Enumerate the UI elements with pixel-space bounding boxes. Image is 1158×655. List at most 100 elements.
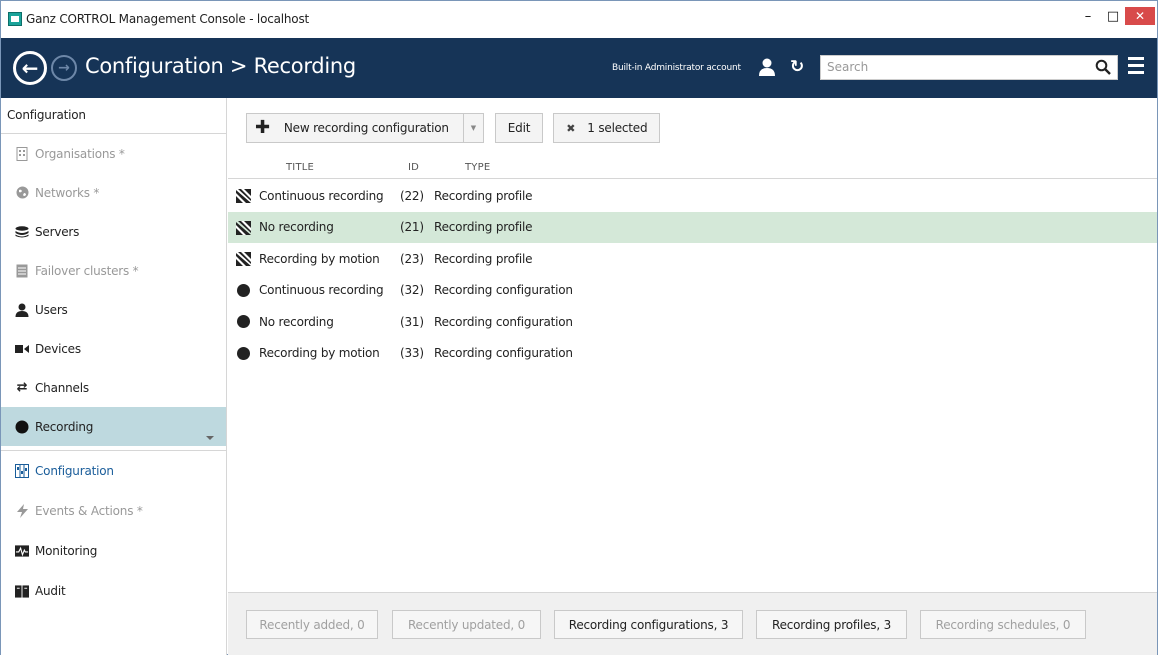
title-bar: Ganz CORTROL Management Console - localh… (1, 1, 1157, 37)
plus-icon: ✚ (255, 117, 270, 138)
table-row[interactable]: Continuous recording (22) Recording prof… (228, 180, 1157, 212)
chevron-down-icon: ▼ (470, 124, 476, 132)
back-arrow-icon[interactable]: ← (13, 51, 47, 85)
servers-stack-icon (15, 225, 29, 239)
row-id: (23) (400, 251, 424, 266)
new-dropdown-button[interactable]: ▼ (463, 113, 484, 143)
row-id: (21) (400, 220, 424, 235)
table-row[interactable]: Recording by motion (23) Recording profi… (228, 243, 1157, 275)
grid-rows: Continuous recording (22) Recording prof… (228, 180, 1157, 369)
sidebar-item-organisations[interactable]: Organisations * (1, 134, 226, 173)
sidebar-section-label: Configuration (35, 464, 114, 478)
row-title: No recording (259, 220, 334, 235)
new-button-label: New recording configuration (283, 121, 449, 135)
sidebar-section-audit[interactable]: Audit (1, 571, 226, 611)
search-icon[interactable] (1095, 59, 1111, 75)
minimize-button[interactable]: – (1075, 5, 1101, 27)
sidebar-item-failover-clusters[interactable]: Failover clusters * (1, 251, 226, 290)
row-type: Recording profile (434, 220, 533, 235)
sidebar-section-label: Monitoring (35, 544, 98, 558)
user-icon[interactable] (757, 57, 777, 77)
row-title: Recording by motion (259, 346, 380, 361)
clapperboard-icon (236, 220, 251, 235)
column-header-id[interactable]: ID (408, 162, 419, 173)
sidebar-item-networks[interactable]: Networks * (1, 173, 226, 212)
clapperboard-icon (236, 189, 251, 203)
forward-arrow-icon[interactable]: → (51, 55, 77, 81)
clear-selection-button[interactable]: ✖ 1 selected (553, 113, 661, 143)
table-row-selected[interactable]: No recording (21) Recording profile (228, 211, 1157, 243)
filter-recently-added-button[interactable]: Recently added, 0 (246, 610, 378, 639)
maximize-button[interactable]: □ (1100, 5, 1126, 27)
sidebar-item-recording[interactable]: Recording (1, 407, 226, 446)
filter-recording-schedules-button[interactable]: Recording schedules, 0 (920, 610, 1086, 639)
row-title: Recording by motion (259, 251, 380, 266)
book-icon (15, 584, 29, 598)
account-label[interactable]: Built-in Administrator account (612, 63, 741, 73)
user-icon (15, 303, 29, 317)
sidebar-item-label: Servers (35, 224, 80, 239)
shuffle-icon: ⇄ (16, 380, 28, 395)
record-dot-icon (15, 420, 29, 434)
sidebar-item-label: Organisations * (35, 146, 125, 161)
selection-count-label: 1 selected (587, 121, 648, 135)
record-dot-icon (237, 283, 250, 297)
row-type: Recording configuration (434, 314, 573, 329)
sidebar-heading: Configuration (1, 98, 226, 134)
table-row[interactable]: Recording by motion (33) Recording confi… (228, 338, 1157, 370)
row-type: Recording configuration (434, 283, 573, 298)
sidebar-section-events-actions[interactable]: Events & Actions * (1, 491, 226, 531)
monitor-pulse-icon (15, 544, 29, 558)
camera-icon (15, 342, 29, 356)
sidebar-item-label: Networks * (35, 185, 100, 200)
window-title: Ganz CORTROL Management Console - localh… (26, 12, 309, 26)
row-id: (31) (400, 314, 424, 329)
close-icon: ✖ (566, 121, 576, 135)
sidebar-item-label: Failover clusters * (35, 263, 139, 278)
filter-recently-updated-button[interactable]: Recently updated, 0 (392, 610, 541, 639)
sidebar-section-label: Events & Actions * (35, 504, 143, 518)
sidebar-item-users[interactable]: Users (1, 290, 226, 329)
config-grid-icon (15, 464, 29, 478)
sidebar-item-label: Devices (35, 341, 81, 356)
row-id: (22) (400, 188, 424, 203)
row-title: No recording (259, 314, 334, 329)
table-row[interactable]: No recording (31) Recording configuratio… (228, 306, 1157, 338)
refresh-icon[interactable]: ↻ (790, 57, 804, 77)
sidebar: Configuration Organisations * Networks *… (1, 98, 227, 655)
sidebar-section-label: Audit (35, 584, 66, 598)
sidebar-item-servers[interactable]: Servers (1, 212, 226, 251)
sidebar-section-configuration[interactable]: Configuration (1, 451, 226, 491)
table-row[interactable]: Continuous recording (32) Recording conf… (228, 275, 1157, 307)
sidebar-item-label: Recording (35, 419, 94, 434)
new-recording-configuration-button[interactable]: ✚ New recording configuration (246, 113, 464, 143)
column-header-type[interactable]: TYPE (465, 162, 490, 173)
sidebar-item-devices[interactable]: Devices (1, 329, 226, 368)
toolbar: ✚ New recording configuration ▼ Edit ✖ 1… (246, 113, 670, 143)
search-input[interactable] (827, 56, 1077, 78)
page-title: Configuration > Recording (85, 54, 356, 78)
row-id: (33) (400, 346, 424, 361)
row-id: (32) (400, 283, 424, 298)
row-title: Continuous recording (259, 283, 384, 298)
clapperboard-icon (236, 252, 251, 266)
column-header-title[interactable]: TITLE (286, 162, 314, 173)
filter-recording-configurations-button[interactable]: Recording configurations, 3 (554, 610, 743, 639)
grid-header: TITLE ID TYPE (228, 160, 1157, 179)
sidebar-section-monitoring[interactable]: Monitoring (1, 531, 226, 571)
close-button[interactable]: ✕ (1125, 7, 1155, 25)
row-type: Recording configuration (434, 346, 573, 361)
search-field[interactable] (820, 55, 1118, 80)
row-title: Continuous recording (259, 188, 384, 203)
hamburger-menu-icon[interactable] (1128, 57, 1144, 77)
edit-button[interactable]: Edit (494, 113, 544, 143)
sidebar-item-channels[interactable]: ⇄ Channels (1, 368, 226, 407)
app-icon (8, 12, 22, 26)
filter-recording-profiles-button[interactable]: Recording profiles, 3 (756, 610, 907, 639)
row-type: Recording profile (434, 251, 533, 266)
filter-bar: Recently added, 0 Recently updated, 0 Re… (228, 592, 1157, 655)
sidebar-item-label: Users (35, 302, 68, 317)
app-window: Ganz CORTROL Management Console - localh… (0, 0, 1158, 655)
building-icon (15, 146, 29, 161)
record-dot-icon (237, 315, 250, 328)
